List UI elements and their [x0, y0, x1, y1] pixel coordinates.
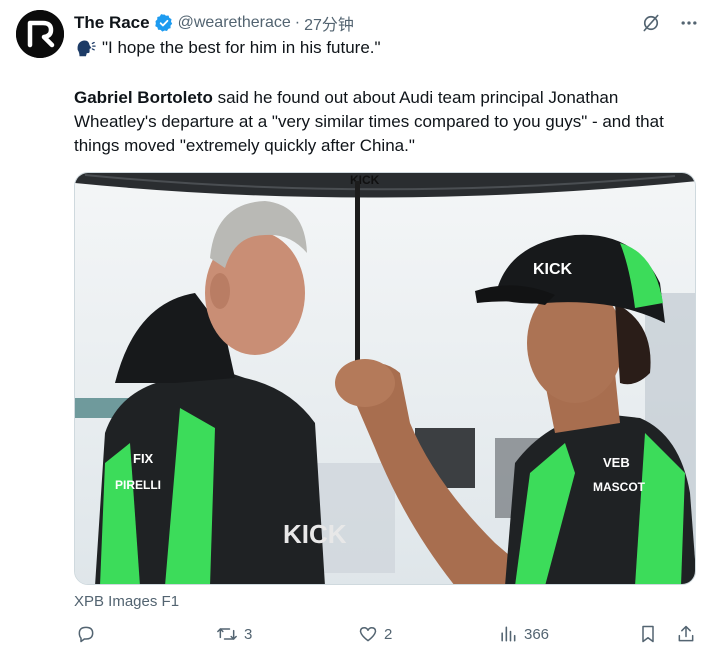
tweet-header: The Race @wearetherace · 27分钟	[74, 12, 354, 34]
reply-icon	[78, 626, 94, 643]
photo-illustration: KICK FIX PIRELLI KICK KICK VEB MASCOT	[75, 173, 695, 584]
sponsor-mascot-text: MASCOT	[593, 480, 646, 494]
more-icon[interactable]	[678, 12, 700, 34]
views-button[interactable]: 366	[498, 624, 549, 644]
jacket-kick-text: KICK	[283, 519, 347, 549]
verified-badge-icon	[154, 13, 174, 33]
separator-dot: ·	[294, 14, 301, 31]
retweet-count: 3	[244, 625, 253, 643]
bookmark-icon	[642, 625, 654, 643]
views-icon	[501, 626, 516, 642]
like-count: 2	[384, 625, 393, 643]
retweet-button[interactable]: 3	[216, 624, 252, 644]
sponsor-fix-text: FIX	[133, 451, 154, 466]
speaking-head-emoji-icon	[74, 37, 96, 59]
media-credit: XPB Images F1	[74, 593, 180, 610]
handle[interactable]: @wearetherace	[178, 14, 291, 32]
sponsor-pirelli-text: PIRELLI	[115, 478, 161, 492]
umbrella-text: KICK	[350, 173, 380, 187]
bookmark-button[interactable]	[638, 624, 658, 644]
body-paragraph: Gabriel Bortoleto said he found out abou…	[74, 86, 694, 158]
like-icon	[359, 627, 377, 642]
quote-text: "I hope the best for him in his future."	[102, 38, 381, 57]
avatar[interactable]	[16, 10, 64, 58]
mention-name: Gabriel Bortoleto	[74, 88, 213, 107]
timestamp[interactable]: 27分钟	[304, 11, 354, 35]
views-count: 366	[524, 625, 550, 643]
display-name[interactable]: The Race	[74, 13, 150, 33]
reply-button[interactable]	[76, 624, 102, 644]
quote-line: "I hope the best for him in his future."	[74, 36, 694, 60]
sponsor-veb-text: VEB	[603, 455, 630, 470]
media-image[interactable]: KICK FIX PIRELLI KICK KICK VEB MASCOT	[74, 172, 696, 585]
tweet: The Race @wearetherace · 27分钟 "I hope th…	[0, 0, 720, 651]
cap-text: KICK	[533, 261, 573, 278]
top-icons	[640, 12, 700, 34]
share-button[interactable]	[676, 624, 696, 644]
tweet-text: "I hope the best for him in his future."…	[74, 36, 694, 158]
the-race-logo-icon	[16, 10, 64, 58]
grok-icon[interactable]	[640, 12, 662, 34]
action-bar: 3 2 366	[74, 624, 700, 652]
like-button[interactable]: 2	[358, 624, 392, 644]
retweet-icon	[217, 628, 237, 640]
share-icon	[678, 625, 694, 642]
